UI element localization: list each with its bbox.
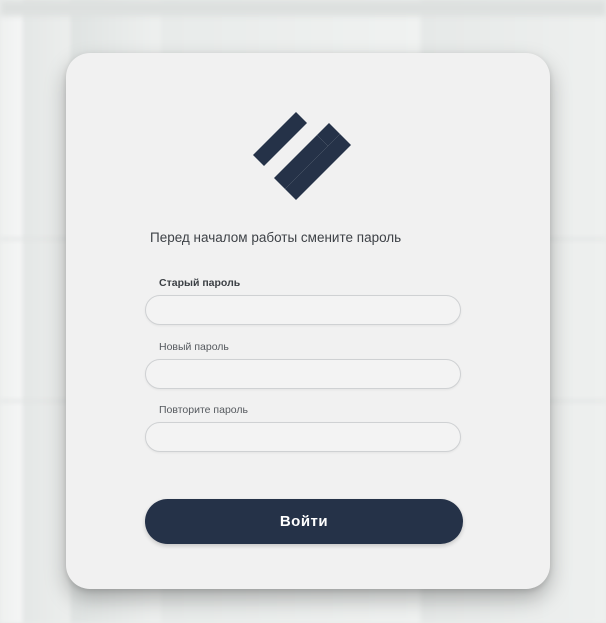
- modal-subtitle: Перед началом работы смените пароль: [150, 230, 402, 245]
- old-password-label: Старый пароль: [159, 277, 241, 289]
- new-password-label: Новый пароль: [159, 341, 229, 353]
- logo-icon: [253, 112, 351, 200]
- old-password-input[interactable]: [145, 295, 461, 325]
- login-button[interactable]: Войти: [145, 499, 463, 544]
- background-header-strip: [0, 0, 606, 16]
- new-password-input[interactable]: [145, 359, 461, 389]
- repeat-password-input[interactable]: [145, 422, 461, 452]
- repeat-password-label: Повторите пароль: [159, 404, 248, 416]
